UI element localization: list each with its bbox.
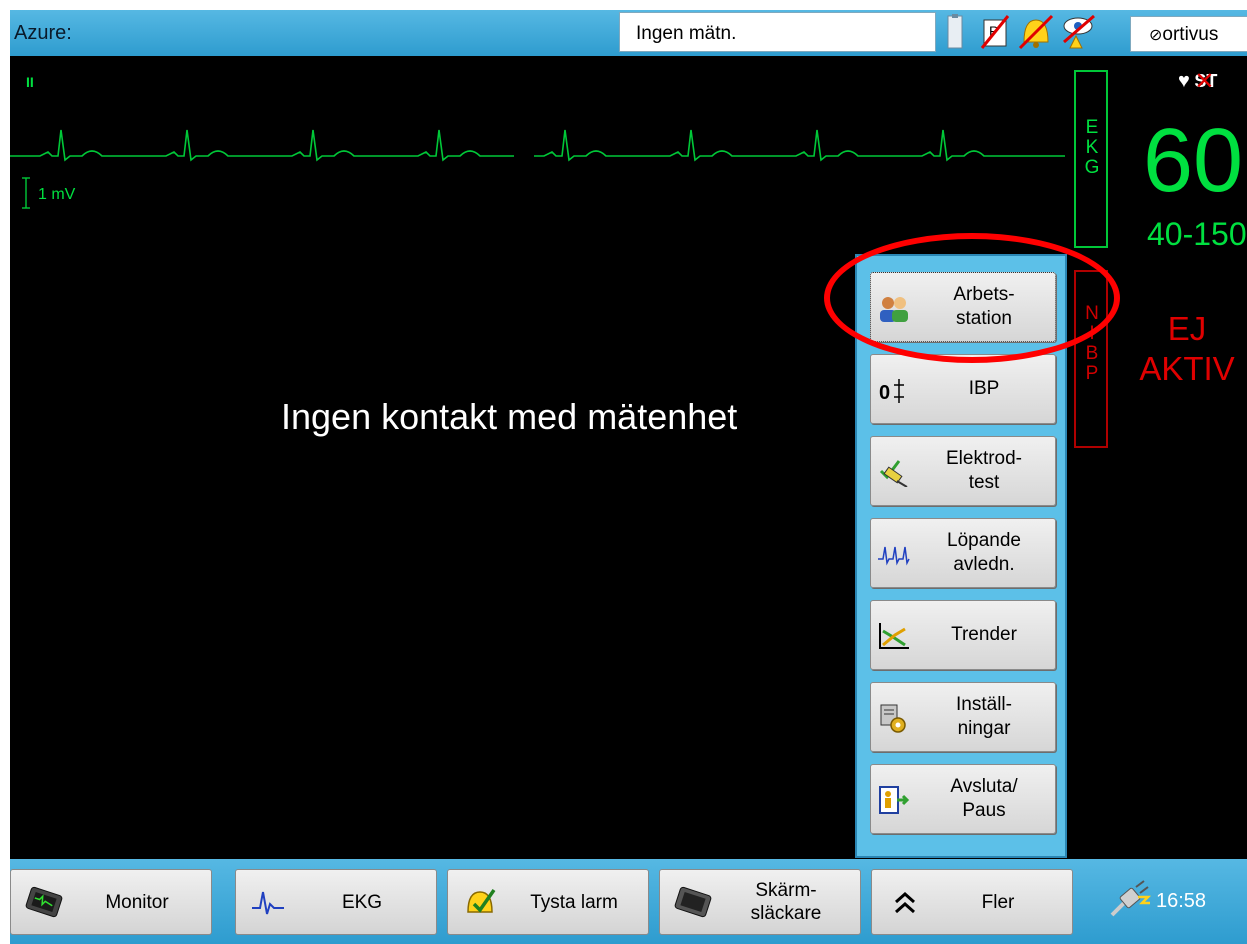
nibp-status: EJ AKTIV [1139, 310, 1235, 387]
monitor-icon [25, 886, 63, 918]
alarm-crossed-icon [1018, 14, 1054, 50]
ekg-icon [252, 891, 284, 915]
screensaver-icon [674, 886, 712, 918]
brand-name: ortivus [1162, 24, 1219, 45]
electrode-test-icon [879, 460, 908, 487]
monitor-label: Monitor [105, 891, 169, 913]
ibp-label: IBP [968, 378, 1000, 399]
screensaver-button[interactable]: Skärm- släckare [659, 869, 861, 935]
more-label: Fler [981, 891, 1015, 913]
device-icon [947, 14, 963, 49]
workstation-button[interactable]: Arbets- station [870, 272, 1056, 342]
nibp-letter: B [1085, 343, 1099, 364]
ecg-waveform [10, 129, 1065, 209]
ekg-letter: G [1084, 157, 1100, 178]
trends-label: Trender [951, 624, 1017, 645]
ekg-letter: E [1085, 117, 1099, 138]
silence-alarm-label: Tysta larm [530, 891, 618, 913]
electrode-test-label: Elektrod- test [945, 448, 1023, 493]
window-title: Azure: [14, 22, 72, 44]
settings-label: Inställ- ningar [956, 694, 1012, 739]
nibp-letter: N [1085, 303, 1099, 324]
scale-label: 1 mV [38, 186, 76, 203]
nibp-letter: I [1089, 323, 1095, 344]
heart-st-indicators: ♥ ST ✕ [1178, 68, 1217, 95]
monitor-button[interactable]: Monitor [10, 869, 212, 935]
power-plug-icon [1110, 880, 1152, 917]
nibp-label: N I B P [1076, 304, 1108, 384]
no-contact-message: Ingen kontakt med mätenhet [281, 396, 738, 437]
status-indicator-icons: P [947, 14, 1095, 50]
heart-rate-limits: 40-150 [1147, 216, 1247, 252]
chevron-up-icon [895, 891, 915, 914]
st-cross-icon: ✕ [1194, 68, 1215, 95]
heart-rate-value: 60 [1143, 111, 1244, 211]
running-leads-label: Löpande avledn. [947, 530, 1021, 575]
workstation-label: Arbets- station [953, 284, 1015, 329]
printer-crossed-icon: P [980, 15, 1010, 49]
svg-text:0: 0 [879, 382, 890, 404]
lead-label: II [26, 74, 34, 90]
running-leads-icon [878, 546, 910, 566]
ekg-label: E K G [1076, 118, 1108, 178]
ekg-button[interactable]: EKG [235, 869, 437, 935]
screensaver-label: Skärm- släckare [750, 880, 822, 924]
ortivus-logo: ⊘ortivus [1130, 16, 1247, 52]
clock-time: 16:58 [1156, 890, 1207, 912]
logo-mark-icon: ⊘ [1149, 27, 1163, 44]
top-bar: Azure: Ingen mätn. P ⊘ortivus [10, 10, 1247, 56]
clock-area: 16:58 [1094, 869, 1244, 935]
running-leads-button[interactable]: Löpande avledn. [870, 518, 1056, 588]
exit-pause-label: Avsluta/ Paus [950, 776, 1018, 821]
ibp-icon: 0 [879, 379, 904, 404]
silence-alarm-icon [467, 888, 496, 913]
more-button[interactable]: Fler [871, 869, 1073, 935]
exit-pause-button[interactable]: Avsluta/ Paus [870, 764, 1056, 834]
workstation-users-icon [880, 297, 908, 322]
heart-icon: ♥ [1178, 70, 1190, 92]
ekg-letter: K [1085, 137, 1099, 158]
trends-icon [879, 623, 909, 649]
eye-crossed-icon [1063, 14, 1095, 49]
st-disabled-icon: ST ✕ [1194, 68, 1217, 95]
settings-button[interactable]: Inställ- ningar [870, 682, 1056, 752]
exit-pause-icon [879, 786, 910, 814]
more-menu-popup: Arbets- station 0 IBP Elektrod- test Löp… [855, 254, 1067, 858]
trends-button[interactable]: Trender [870, 600, 1056, 670]
electrode-test-button[interactable]: Elektrod- test [870, 436, 1056, 506]
silence-alarm-button[interactable]: Tysta larm [447, 869, 649, 935]
settings-icon [880, 704, 906, 733]
measurement-status: Ingen mätn. [619, 12, 936, 52]
bottom-bar: Monitor EKG Tysta larm Skärm- släckare F… [10, 859, 1247, 944]
ekg-button-label: EKG [341, 891, 383, 913]
ibp-button[interactable]: 0 IBP [870, 354, 1056, 424]
nibp-letter: P [1085, 363, 1099, 384]
measurement-status-text: Ingen mätn. [636, 23, 737, 44]
